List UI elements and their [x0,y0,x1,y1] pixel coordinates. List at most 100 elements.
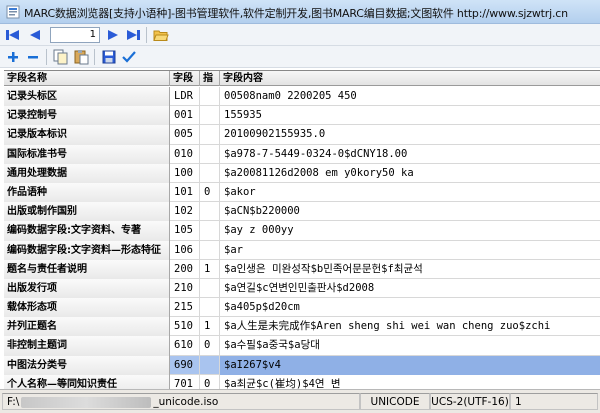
header-field-name[interactable]: 字段名称 [4,71,170,86]
indicator-cell[interactable] [200,221,220,241]
field-content-cell[interactable]: $akor [220,183,600,202]
field-name-cell[interactable]: 题名与责任者说明 [4,259,170,279]
field-name-cell[interactable]: 国际标准书号 [4,144,170,164]
table-row[interactable]: 记录版本标识 005 20100902155935.0 [4,125,600,145]
field-name-cell[interactable]: 作品语种 [4,182,170,203]
field-name-cell[interactable]: 通用处理数据 [4,163,170,183]
field-name-cell[interactable]: 出版或制作国别 [4,202,170,222]
field-content-cell[interactable]: $a20081126d2008 em y0kory50 ka [220,164,600,183]
field-name-cell[interactable]: 记录控制号 [4,106,170,126]
field-tag-cell[interactable]: 690 [170,355,200,375]
table-row[interactable]: 题名与责任者说明 200 1 $a인생은 미완성작$b민족어문문헌$f최균석 [4,259,600,279]
indicator-cell[interactable]: 0 [200,336,220,356]
field-tag-cell[interactable]: 106 [170,240,200,260]
field-content-cell[interactable]: 155935 [220,106,600,125]
field-tag-cell[interactable]: 001 [170,106,200,126]
grid-header: 字段名称 字段 指 字段内容 [4,71,600,86]
field-content-cell[interactable]: $ay z 000yy [220,221,600,240]
marc-field-grid: 字段名称 字段 指 字段内容 记录头标区 LDR 00508nam0 2200205… [4,70,600,394]
field-tag-cell[interactable]: 102 [170,202,200,222]
field-content-cell[interactable]: $a978-7-5449-0324-0$dCNY18.00 [220,145,600,164]
record-number-input[interactable]: 1 [50,27,100,43]
field-name-cell[interactable]: 编码数据字段:文字资料、专著 [4,221,170,241]
header-field-tag[interactable]: 字段 [170,71,200,86]
field-name-cell[interactable]: 记录头标区 [4,87,170,107]
field-name-cell[interactable]: 并列正题名 [4,317,170,337]
add-field-button[interactable] [4,48,22,66]
indicator-cell[interactable] [200,125,220,145]
field-content-cell[interactable]: 00508nam0 2200205 450 [220,87,600,106]
indicator-cell[interactable] [200,278,220,299]
toolbar-separator [46,49,47,65]
table-row[interactable]: 出版发行项 210 $a연길$c연변인민출판사$d2008 [4,278,600,299]
table-row[interactable]: 作品语种 101 0 $akor [4,182,600,203]
indicator-cell[interactable] [200,298,220,318]
navigation-toolbar: 1 [0,24,600,46]
header-field-content[interactable]: 字段内容 [220,71,600,86]
field-content-cell[interactable]: $a인생은 미완성작$b민족어문문헌$f최균석 [220,260,600,279]
field-content-cell[interactable]: $a연길$c연변인민출판사$d2008 [220,279,600,298]
indicator-cell[interactable] [200,106,220,126]
table-row[interactable]: 通用处理数据 100 $a20081126d2008 em y0kory50 ka [4,163,600,183]
indicator-cell[interactable]: 1 [200,259,220,279]
field-content-cell[interactable]: 20100902155935.0 [220,125,600,144]
table-row[interactable]: 编码数据字段:文字资料—形态特征 106 $ar [4,240,600,260]
indicator-cell[interactable] [200,163,220,183]
field-tag-cell[interactable]: 610 [170,336,200,356]
field-name-cell[interactable]: 编码数据字段:文字资料—形态特征 [4,240,170,260]
indicator-cell[interactable]: 1 [200,317,220,337]
save-button[interactable] [100,48,118,66]
field-tag-cell[interactable]: 101 [170,182,200,203]
table-row[interactable]: 编码数据字段:文字资料、专著 105 $ay z 000yy [4,221,600,241]
first-icon [6,30,19,40]
indicator-cell[interactable]: 0 [200,182,220,203]
indicator-cell[interactable] [200,87,220,107]
indicator-cell[interactable] [200,355,220,375]
field-tag-cell[interactable]: 215 [170,298,200,318]
field-content-cell[interactable]: $a405p$d20cm [220,298,600,317]
table-row[interactable]: 出版或制作国别 102 $aCN$b220000 [4,202,600,222]
field-name-cell[interactable]: 载体形态项 [4,298,170,318]
table-row[interactable]: 非控制主题词 610 0 $a수필$a중국$a당대 [4,336,600,356]
field-tag-cell[interactable]: 510 [170,317,200,337]
field-name-cell[interactable]: 记录版本标识 [4,125,170,145]
field-tag-cell[interactable]: 210 [170,278,200,299]
header-indicator[interactable]: 指 [200,71,220,86]
field-content-cell[interactable]: $ar [220,241,600,260]
field-content-cell[interactable]: $a人生是未完成作$Aren sheng shi wei wan cheng z… [220,317,600,336]
field-name-cell[interactable]: 非控制主题词 [4,336,170,356]
field-tag-cell[interactable]: 010 [170,144,200,164]
field-tag-cell[interactable]: 100 [170,163,200,183]
field-content-cell[interactable]: $aCN$b220000 [220,202,600,221]
next-record-button[interactable] [104,26,122,44]
field-tag-cell[interactable]: 200 [170,259,200,279]
field-tag-cell[interactable]: LDR [170,87,200,107]
toolbar-separator [94,49,95,65]
indicator-cell[interactable] [200,144,220,164]
field-content-cell[interactable]: $aI267$v4 [220,355,600,375]
status-file-path: F:\ _unicode.iso [2,393,360,410]
field-name-cell[interactable]: 中图法分类号 [4,355,170,375]
indicator-cell[interactable] [200,202,220,222]
remove-field-button[interactable] [24,48,42,66]
table-row[interactable]: 并列正题名 510 1 $a人生是未完成作$Aren sheng shi wei wa… [4,317,600,337]
status-encoding: UNICODE [360,393,430,410]
field-name-cell[interactable]: 出版发行项 [4,278,170,299]
paste-button[interactable] [72,48,90,66]
prev-icon [30,30,40,40]
copy-button[interactable] [52,48,70,66]
table-row[interactable]: 中图法分类号 690 $aI267$v4 [4,355,600,375]
validate-button[interactable] [120,48,138,66]
open-file-button[interactable] [152,26,170,44]
table-row[interactable]: 载体形态项 215 $a405p$d20cm [4,298,600,318]
table-row[interactable]: 记录控制号 001 155935 [4,106,600,126]
prev-record-button[interactable] [26,26,44,44]
indicator-cell[interactable] [200,240,220,260]
first-record-button[interactable] [4,26,22,44]
field-tag-cell[interactable]: 005 [170,125,200,145]
last-record-button[interactable] [124,26,142,44]
table-row[interactable]: 国际标准书号 010 $a978-7-5449-0324-0$dCNY18.00 [4,144,600,164]
field-tag-cell[interactable]: 105 [170,221,200,241]
table-row[interactable]: 记录头标区 LDR 00508nam0 2200205 450 [4,87,600,107]
field-content-cell[interactable]: $a수필$a중국$a당대 [220,336,600,355]
